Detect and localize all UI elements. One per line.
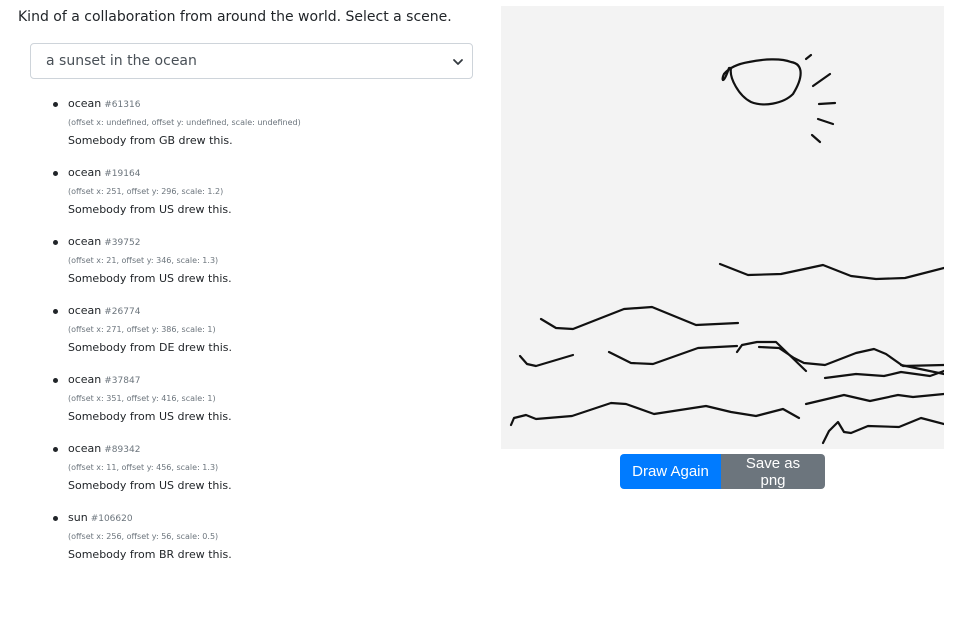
bullet-icon <box>53 309 58 314</box>
drawing-credit: Somebody from US drew this. <box>68 479 232 492</box>
drawing-credit: Somebody from US drew this. <box>68 272 232 285</box>
drawing-credit: Somebody from BR drew this. <box>68 548 232 561</box>
list-item: ocean #19164 (offset x: 251, offset y: 29… <box>30 164 473 233</box>
list-item: ocean #26774 (offset x: 271, offset y: 38… <box>30 302 473 371</box>
drawing-credit: Somebody from GB drew this. <box>68 134 233 147</box>
drawing-id: #37847 <box>104 376 141 386</box>
drawing-list: ocean #61316 (offset x: undefined, offset… <box>30 95 473 578</box>
list-item: ocean #61316 (offset x: undefined, offset… <box>30 95 473 164</box>
drawing-name: ocean <box>68 442 102 455</box>
drawing-name: ocean <box>68 373 102 386</box>
drawing-name: ocean <box>68 304 102 317</box>
bullet-icon <box>53 102 58 107</box>
drawing-canvas[interactable] <box>501 6 944 449</box>
drawing-name: ocean <box>68 235 102 248</box>
drawing-id: #19164 <box>104 169 141 179</box>
drawing-details: (offset x: 351, offset y: 416, scale: 1) <box>68 394 216 403</box>
drawing-id: #89342 <box>104 445 141 455</box>
drawing-credit: Somebody from US drew this. <box>68 410 232 423</box>
scene-select[interactable]: a sunset in the ocean <box>30 43 473 79</box>
drawing-details: (offset x: undefined, offset y: undefine… <box>68 118 301 127</box>
drawing-id: #61316 <box>104 100 141 110</box>
bullet-icon <box>53 240 58 245</box>
draw-again-button[interactable]: Draw Again <box>620 454 721 489</box>
list-item: ocean #89342 (offset x: 11, offset y: 456… <box>30 440 473 509</box>
sun-drawing <box>721 53 837 144</box>
drawing-details: (offset x: 271, offset y: 386, scale: 1) <box>68 325 216 334</box>
drawing-credit: Somebody from US drew this. <box>68 203 232 216</box>
scene-select-value: a sunset in the ocean <box>46 53 197 69</box>
drawing-name: sun <box>68 511 88 524</box>
drawing-details: (offset x: 11, offset y: 456, scale: 1.3… <box>68 463 219 472</box>
drawing-id: #26774 <box>104 307 141 317</box>
bullet-icon <box>53 516 58 521</box>
drawing-details: (offset x: 251, offset y: 296, scale: 1.… <box>68 187 224 196</box>
drawing-details: (offset x: 21, offset y: 346, scale: 1.3… <box>68 256 219 265</box>
drawing-name: ocean <box>68 97 102 110</box>
drawing-details: (offset x: 256, offset y: 56, scale: 0.5… <box>68 532 219 541</box>
drawing-id: #39752 <box>104 238 141 248</box>
list-item: sun #106620 (offset x: 256, offset y: 56,… <box>30 509 473 578</box>
drawing-credit: Somebody from DE drew this. <box>68 341 233 354</box>
ocean-drawing <box>509 262 944 445</box>
bullet-icon <box>53 171 58 176</box>
chevron-down-icon <box>453 59 463 65</box>
save-png-button[interactable]: Save as png <box>721 454 825 489</box>
drawing-id: #106620 <box>90 514 133 524</box>
drawing-name: ocean <box>68 166 102 179</box>
bullet-icon <box>53 378 58 383</box>
list-item: ocean #37847 (offset x: 351, offset y: 41… <box>30 371 473 440</box>
intro-text: Kind of a collaboration from around the … <box>18 9 452 25</box>
list-item: ocean #39752 (offset x: 21, offset y: 346… <box>30 233 473 302</box>
bullet-icon <box>53 447 58 452</box>
button-group: Draw Again Save as png <box>620 454 825 489</box>
